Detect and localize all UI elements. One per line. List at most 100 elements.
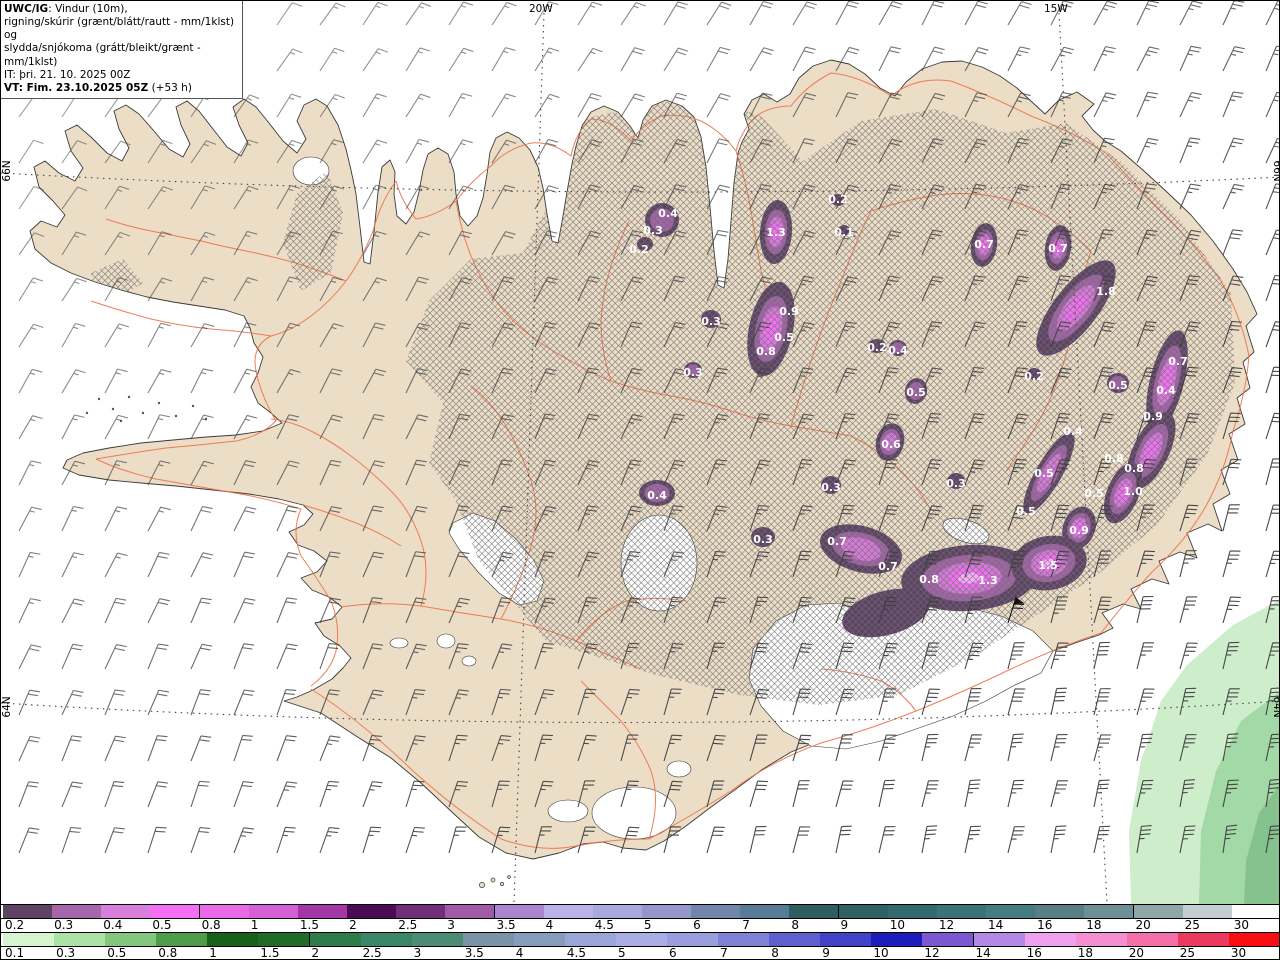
sleet-snow-colorbar-cell <box>396 905 447 918</box>
precip-value-label: 0.9 <box>779 305 799 318</box>
precip-value-label: 1.3 <box>766 226 786 239</box>
rain-colorbar-cell <box>871 933 924 946</box>
rain-colorbar-cell <box>462 933 515 946</box>
sleet-snow-scale-value: 9 <box>840 918 849 932</box>
label-20w: 20W <box>529 3 553 15</box>
init-time: IT: þri. 21. 10. 2025 00Z <box>4 68 131 81</box>
rain-scale-value: 0.3 <box>56 946 76 960</box>
rain-scale-value: 30 <box>1230 946 1247 960</box>
rain-colorbar-cell <box>564 933 617 946</box>
sleet-snow-colorbar-cell <box>543 905 594 918</box>
precip-value-label: 0.1 <box>834 226 854 239</box>
rain-colorbar-cell <box>718 933 771 946</box>
rain-scale-value: 1.5 <box>260 946 280 960</box>
rain-scale-value: 0.1 <box>5 946 25 960</box>
sleet-snow-colorbar-cell <box>199 905 250 918</box>
label-66n-right: 66N <box>1271 160 1280 181</box>
rain-scale-value: 6 <box>669 946 677 960</box>
sleet-snow-colorbar <box>1 904 1279 919</box>
rain-colorbar-cell <box>309 933 362 946</box>
sleet-snow-colorbar-cell <box>1133 905 1184 918</box>
sleet-snow-colorbar-cell <box>347 905 398 918</box>
precip-value-label: 0.3 <box>753 533 773 546</box>
precip-value-label: 0.7 <box>1168 355 1188 368</box>
rain-colorbar-cell <box>820 933 873 946</box>
sleet-snow-scale-value: 2.5 <box>398 918 418 932</box>
sleet-snow-colorbar-cell <box>3 905 54 918</box>
rain-scale-value: 9 <box>822 946 830 960</box>
sleet-snow-scale-value: 8 <box>791 918 800 932</box>
title-line-1: UWC/IG: Vindur (10m), <box>4 3 128 15</box>
sleet-snow-colorbar-cell <box>936 905 987 918</box>
label-15w: 15W <box>1044 3 1068 15</box>
sleet-snow-scale-value: 12 <box>938 918 955 932</box>
sleet-snow-scale-value: 16 <box>1037 918 1053 932</box>
rain-scale-value: 25 <box>1179 946 1196 960</box>
sleet-snow-colorbar-cell <box>592 905 643 918</box>
rain-scale-value: 8 <box>771 946 779 960</box>
precip-value-label: 0.2 <box>629 243 649 256</box>
sleet-snow-colorbar-cell <box>1084 905 1135 918</box>
rain-scale-value: 12 <box>924 946 940 960</box>
sleet-snow-colorbar-cell <box>150 905 201 918</box>
sleet-snow-scale-value: 18 <box>1086 918 1102 932</box>
precip-value-label: 1.8 <box>1096 285 1116 298</box>
rain-colorbar-cell <box>105 933 158 946</box>
rain-colorbar <box>1 932 1279 947</box>
rain-scale-value: 2.5 <box>362 946 382 960</box>
sleet-snow-scale-value: 7 <box>742 918 750 932</box>
sleet-snow-colorbar-cell <box>445 905 496 918</box>
precip-value-label: 0.3 <box>701 315 721 328</box>
rain-colorbar-cell <box>769 933 822 946</box>
sleet-snow-scale-value: 4 <box>545 918 554 932</box>
rain-scale-value: 3 <box>413 946 422 960</box>
sleet-snow-scale-value: 0.3 <box>54 918 74 932</box>
chart-title-block: UWC/IG: Vindur (10m), rigning/skúrir (gr… <box>1 1 243 99</box>
weather-map-screenshot: 0.4 0.3 0.2 1.3 0.2 0.1 0.3 0.9 0.5 0.8 0.3 0.2 0.4 0… <box>0 0 1280 960</box>
rain-scale-value: 0.8 <box>158 946 178 960</box>
sleet-snow-scale-value: 4.5 <box>594 918 614 932</box>
precip-value-label: 0.5 <box>1034 467 1054 480</box>
sleet-snow-scale-value: 1 <box>250 918 259 932</box>
precip-value-label: 0.9 <box>1143 410 1163 423</box>
precip-value-label: 0.5 <box>906 386 926 399</box>
sleet-snow-scale-value: 20 <box>1135 918 1151 932</box>
sleet-snow-scale-value: 0.2 <box>5 918 25 932</box>
rain-colorbar-cell <box>1126 933 1179 946</box>
sleet-snow-colorbar-cell <box>789 905 840 918</box>
sleet-snow-scale-value: 25 <box>1184 918 1200 932</box>
rain-scale-value: 10 <box>873 946 889 960</box>
precip-value-label: 1.5 <box>1038 559 1058 572</box>
rain-scale-value: 7 <box>720 946 728 960</box>
precip-value-label: 0.7 <box>974 238 994 251</box>
sleet-snow-colorbar-cell <box>494 905 545 918</box>
precip-value-label: 0.5 <box>1016 505 1036 518</box>
rain-scale-value: 3.5 <box>464 946 484 960</box>
label-64n-left: 64N <box>1 696 13 717</box>
rain-colorbar-cell <box>1075 933 1128 946</box>
precip-value-label: 0.3 <box>946 477 966 490</box>
precip-value-label: 0.7 <box>827 535 847 548</box>
valid-time: VT: Fim. 23.10.2025 05Z (+53 h) <box>4 81 192 94</box>
rain-scale-value: 0.5 <box>107 946 127 960</box>
rain-colorbar-cell <box>1024 933 1077 946</box>
title-line-3: slydda/snjókoma (grátt/bleikt/grænt - mm… <box>4 42 201 68</box>
precip-value-label: 0.5 <box>774 331 794 344</box>
sleet-snow-scale-value: 3.5 <box>496 918 516 932</box>
rain-colorbar-cell <box>156 933 209 946</box>
sleet-snow-scale-value: 14 <box>988 918 1004 932</box>
vestmannaeyjar-island <box>490 877 496 883</box>
sleet-snow-scale-value: 1.5 <box>299 918 319 932</box>
precip-value-label: 0.4 <box>647 489 667 502</box>
rain-colorbar-cell <box>616 933 669 946</box>
vestmannaeyjar-island <box>479 882 485 888</box>
sleet-snow-colorbar-labels: 0.2 0.3 0.4 0.5 0.8 1 1.5 2 2.5 3 3.5 4 4.5 5 6 7 8 9 10 12… <box>1 918 1279 932</box>
sleet-snow-scale-value: 2 <box>349 918 357 932</box>
rain-scale-value: 20 <box>1128 946 1145 960</box>
rain-colorbar-cell <box>207 933 260 946</box>
rain-colorbar-cell <box>1228 933 1279 946</box>
sleet-snow-colorbar-cell <box>1182 905 1233 918</box>
label-64n-right: 64N <box>1271 696 1280 717</box>
sleet-snow-scale-value: 3 <box>447 918 455 932</box>
sleet-snow-colorbar-cell <box>641 905 692 918</box>
